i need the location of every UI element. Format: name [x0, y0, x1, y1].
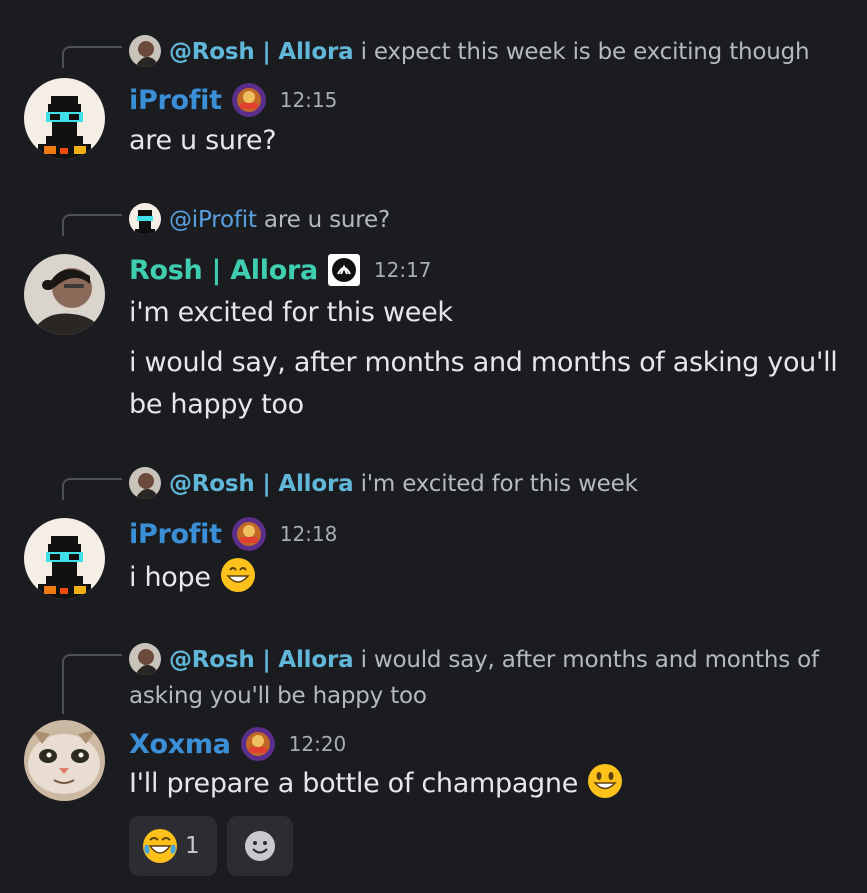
reply-text: are u sure?: [263, 207, 390, 233]
author-name[interactable]: Rosh | Allora: [129, 255, 318, 286]
reply-mention[interactable]: @iProfit: [169, 207, 257, 233]
message-header: Xoxma 12:20: [129, 724, 346, 764]
avatar[interactable]: [24, 720, 105, 801]
role-badge-icon[interactable]: [231, 83, 266, 117]
message-header: iProfit 12:15: [129, 80, 337, 120]
reaction-count: 1: [185, 833, 200, 859]
message-header: iProfit 12:18: [129, 514, 337, 554]
role-badge-icon[interactable]: [231, 517, 266, 551]
reply-preview[interactable]: @Rosh | Allora i expect this week is be …: [129, 34, 847, 70]
reply-mention[interactable]: @Rosh | Allora: [169, 471, 354, 497]
reply-mention[interactable]: @Rosh | Allora: [169, 39, 354, 65]
reply-connector: [62, 478, 122, 500]
author-name[interactable]: iProfit: [129, 85, 222, 116]
avatar[interactable]: [24, 78, 105, 159]
reply-avatar: [129, 35, 161, 67]
grinning-emoji: [220, 558, 255, 592]
reactions-bar: 1: [129, 816, 293, 876]
message-text: i'm excited for this week: [129, 297, 453, 328]
author-name[interactable]: Xoxma: [129, 729, 231, 760]
timestamp: 12:17: [373, 258, 432, 282]
add-reaction-icon: [245, 831, 275, 861]
message-text: i would say, after months and months of …: [129, 347, 838, 420]
message-text-content: i hope: [129, 562, 211, 593]
reply-avatar: [129, 643, 161, 675]
reply-mention[interactable]: @Rosh | Allora: [169, 647, 354, 673]
message-header: Rosh | Allora 12:17: [129, 250, 432, 290]
reply-avatar: [129, 467, 161, 499]
avatar[interactable]: [24, 254, 105, 335]
allora-logo-icon[interactable]: [327, 254, 360, 286]
avatar[interactable]: [24, 518, 105, 599]
role-badge-icon[interactable]: [240, 727, 275, 761]
reply-preview[interactable]: @Rosh | Allora i'm excited for this week: [129, 466, 847, 502]
reply-connector: [62, 654, 122, 714]
reaction-joy[interactable]: 1: [129, 816, 217, 876]
reply-connector: [62, 214, 122, 236]
reply-preview[interactable]: @iProfit are u sure?: [129, 202, 847, 238]
message-text: i hope: [129, 556, 847, 599]
message-text-content: I'll prepare a bottle of champagne: [129, 768, 579, 799]
timestamp: 12:20: [288, 732, 347, 756]
joy-emoji-icon: [143, 829, 177, 863]
author-name[interactable]: iProfit: [129, 519, 222, 550]
smiley-emoji: [588, 764, 623, 798]
message-text: are u sure?: [129, 125, 277, 156]
add-reaction-button[interactable]: [227, 816, 293, 876]
reply-preview[interactable]: @Rosh | Allora i would say, after months…: [129, 642, 847, 714]
timestamp: 12:15: [279, 88, 338, 112]
reply-text: i expect this week is be exciting though: [360, 39, 810, 65]
timestamp: 12:18: [279, 522, 338, 546]
reply-connector: [62, 46, 122, 68]
message-text: I'll prepare a bottle of champagne: [129, 762, 847, 805]
reply-avatar: [129, 203, 161, 235]
reply-text: i'm excited for this week: [360, 471, 638, 497]
